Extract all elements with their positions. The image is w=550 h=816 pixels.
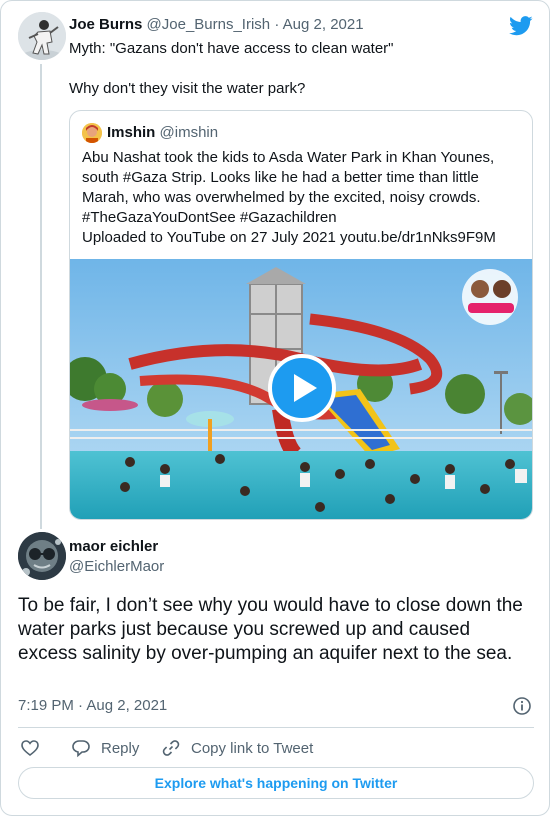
parent-tweet-text: Myth: "Gazans don't have access to clean… — [69, 40, 394, 97]
reply-icon — [72, 740, 90, 758]
play-icon — [294, 374, 317, 402]
reply-label: Reply — [101, 739, 140, 757]
avatar[interactable] — [18, 12, 66, 60]
copy-link-button[interactable]: Copy link to Tweet — [161, 737, 313, 759]
author-handle[interactable]: @imshin — [160, 124, 219, 141]
tweet-date[interactable]: · Aug 2, 2021 — [274, 16, 363, 33]
author-handle[interactable]: @Joe_Burns_Irish — [147, 16, 271, 33]
author-handle[interactable]: @EichlerMaor — [69, 558, 164, 575]
thread-connector — [40, 64, 42, 529]
quoted-tweet-header: Imshin @imshin — [107, 124, 218, 141]
reply-button[interactable]: Reply — [71, 737, 139, 759]
play-button[interactable] — [268, 354, 336, 422]
info-icon[interactable] — [512, 696, 532, 716]
quoted-tweet[interactable]: Imshin @imshin Abu Nashat took the kids … — [69, 110, 533, 520]
main-tweet-text: To be fair, I don’t see why you would ha… — [18, 595, 523, 664]
video-thumbnail[interactable] — [70, 259, 532, 519]
avatar[interactable] — [82, 123, 102, 143]
explore-twitter-button[interactable]: Explore what's happening on Twitter — [18, 767, 534, 799]
copy-link-label: Copy link to Tweet — [191, 739, 314, 757]
twitter-bird-icon[interactable] — [509, 16, 533, 36]
author-name[interactable]: Imshin — [107, 124, 155, 141]
heart-icon — [21, 740, 39, 757]
tweet-timestamp[interactable]: 7:19 PM · Aug 2, 2021 — [18, 697, 167, 714]
link-icon — [162, 740, 180, 756]
author-name[interactable]: maor eichler — [69, 538, 158, 555]
parent-tweet-header: Joe Burns @Joe_Burns_Irish · Aug 2, 2021 — [69, 16, 364, 33]
like-button[interactable] — [20, 737, 50, 759]
tweet-actions: Reply Copy link to Tweet — [18, 737, 534, 759]
quoted-tweet-text: Abu Nashat took the kids to Asda Water P… — [82, 149, 496, 246]
author-name[interactable]: Joe Burns — [69, 16, 142, 33]
avatar[interactable] — [18, 532, 66, 580]
divider — [18, 727, 534, 728]
